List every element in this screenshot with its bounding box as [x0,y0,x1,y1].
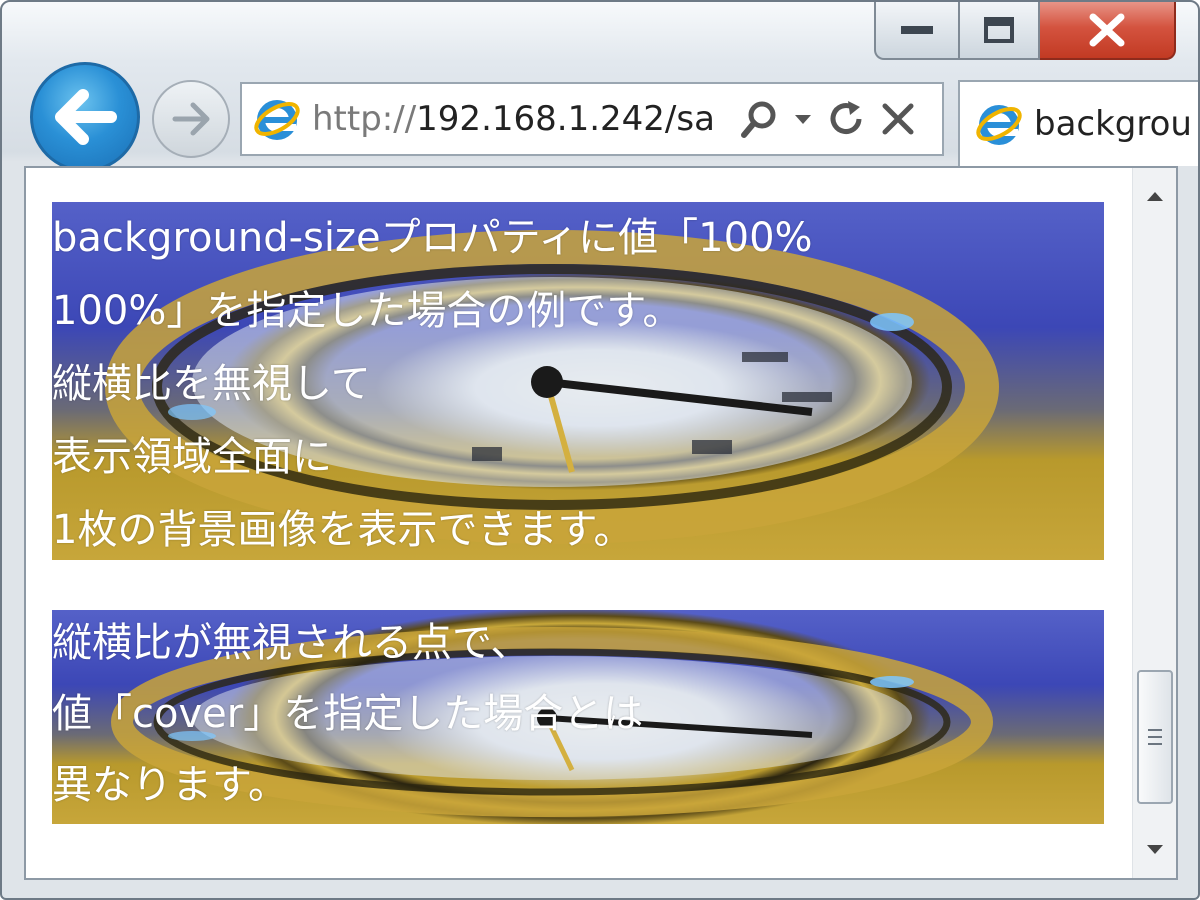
maximize-icon [984,17,1014,43]
close-icon [1089,13,1125,47]
maximize-button[interactable] [960,2,1040,60]
dropdown-icon[interactable] [794,112,812,126]
chevron-up-icon [1147,192,1163,201]
address-url[interactable]: http://192.168.1.242/sa [312,99,732,139]
address-tools [740,99,916,139]
close-button[interactable] [1040,2,1176,60]
box2-text: 縦横比が無視される点で、値「cover」を指定した場合とは 異なります。 [52,610,643,821]
ie-logo-icon [254,100,300,140]
minimize-button[interactable] [874,2,960,60]
background-size-example-box: background-sizeプロパティに値「100% 100%」を指定した場合の… [52,202,1104,560]
box1-line: 表示領域全面に [52,434,332,480]
box1-text: background-sizeプロパティに値「100% 100%」を指定した場合の… [52,202,813,560]
vertical-scrollbar[interactable] [1132,168,1176,878]
chevron-down-icon [1147,845,1163,854]
search-icon[interactable] [740,99,780,139]
window-caption-buttons [874,2,1176,62]
box1-line: 100%」を指定した場合の例です。 [52,288,683,334]
stop-icon[interactable] [880,101,916,137]
tab-title: backgrou [1034,104,1192,144]
address-url-host: 192.168.1.242/sa [416,99,715,139]
back-button[interactable] [30,62,140,172]
box1-line: 縦横比を無視して [52,361,371,407]
box2-line: 値「cover」を指定した場合とは [52,691,644,737]
box2-line: 異なります。 [52,762,288,808]
grip-icon [1148,729,1162,745]
browser-window: http://192.168.1.242/sa backgrou backgro… [0,0,1200,900]
ie-logo-icon [976,105,1022,145]
forward-arrow-icon [172,102,210,136]
scroll-down-button[interactable] [1133,830,1177,870]
box1-line: background-sizeプロパティに値「100% [52,215,813,261]
scrollbar-thumb[interactable] [1137,670,1173,804]
tab-active[interactable]: backgrou [958,80,1198,166]
forward-button[interactable] [152,80,230,158]
address-url-scheme: http:// [312,99,417,139]
background-size-example-box-2: 縦横比が無視される点で、値「cover」を指定した場合とは 異なります。 [52,610,1104,824]
address-bar[interactable]: http://192.168.1.242/sa [240,82,944,156]
page-viewport[interactable]: background-sizeプロパティに値「100% 100%」を指定した場合の… [24,166,1178,880]
scroll-up-button[interactable] [1133,176,1177,216]
box1-line: 1枚の背景画像を表示できます。 [52,507,634,553]
refresh-icon[interactable] [826,99,866,139]
minimize-icon [901,26,933,34]
box2-line: 縦横比が無視される点で、 [52,620,531,666]
back-arrow-icon [55,89,117,145]
